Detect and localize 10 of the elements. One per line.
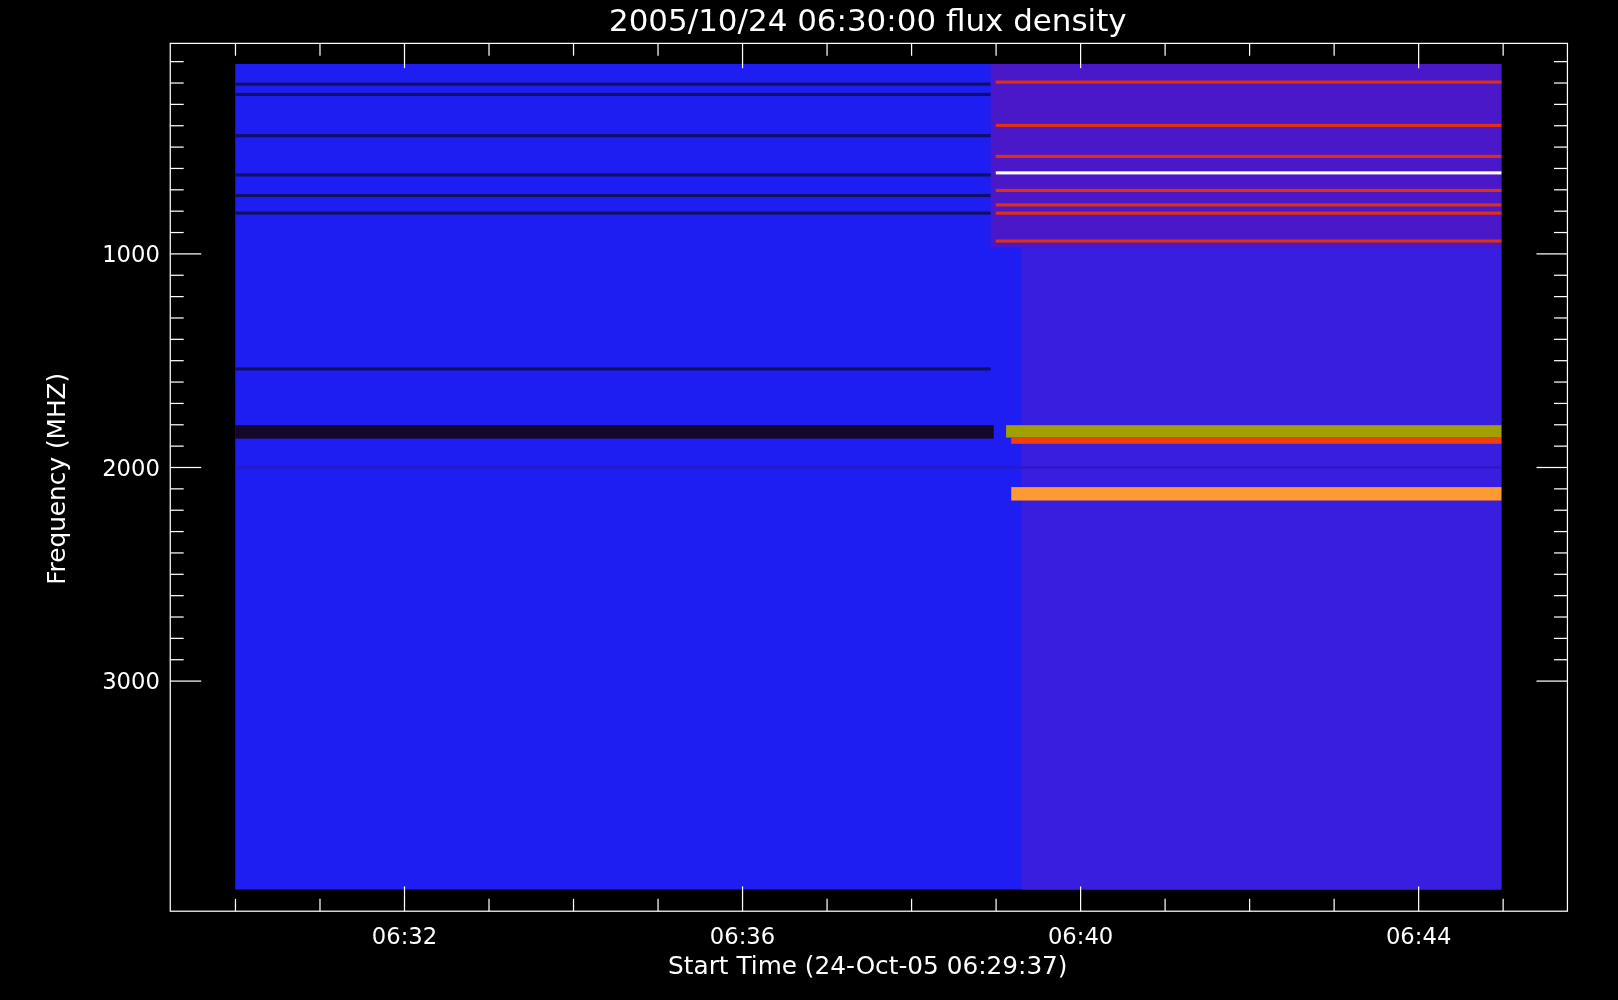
tick-label: 1000: [102, 241, 160, 268]
axis-title: Start Time (24-Oct-05 06:29:37): [668, 951, 1068, 981]
plot-title: 2005/10/24 06:30:00 flux density: [609, 2, 1127, 38]
tick-label: 06:44: [1385, 923, 1452, 950]
tick-label: 06:32: [371, 923, 438, 950]
tick-label: 06:36: [709, 923, 776, 950]
tick-label: 2000: [102, 454, 160, 481]
axis-title: Frequency (MHZ): [42, 372, 71, 585]
tick-label: 3000: [102, 668, 160, 695]
tick-label: 06:40: [1047, 923, 1114, 950]
